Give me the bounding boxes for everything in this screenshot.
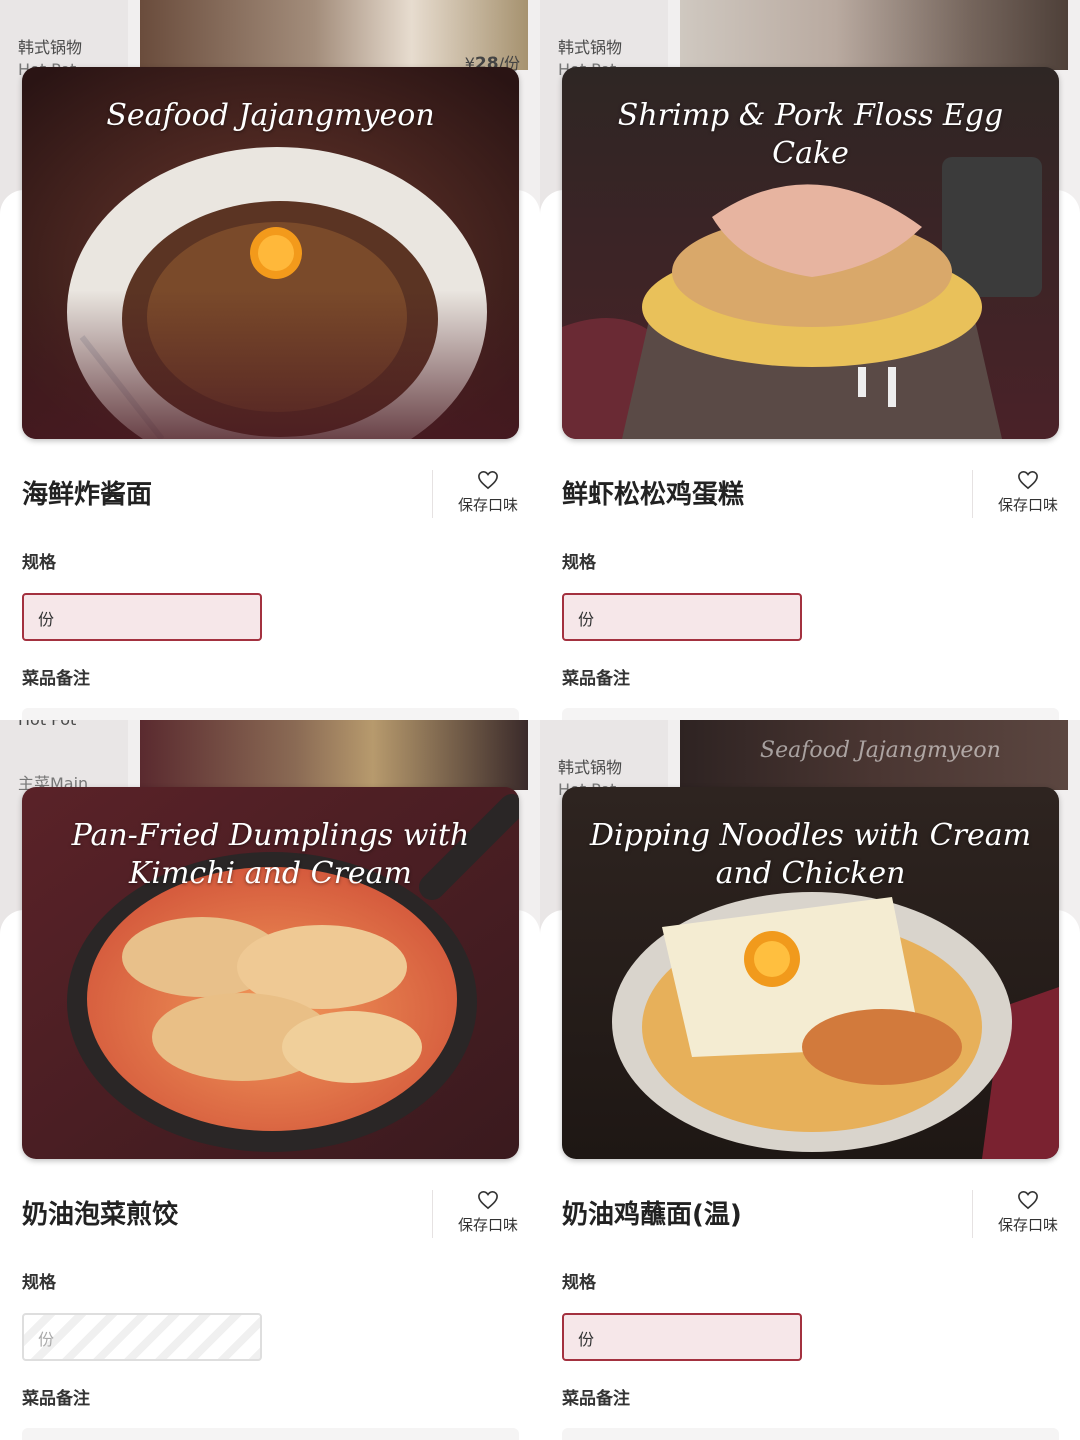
dish-image-title: Shrimp & Pork Floss Egg Cake xyxy=(617,98,1004,171)
divider xyxy=(432,470,433,518)
save-flavor-button[interactable]: 保存口味 xyxy=(988,470,1068,515)
spec-heading: 规格 xyxy=(22,553,56,573)
heart-icon xyxy=(478,1190,498,1210)
spec-heading: 规格 xyxy=(562,553,596,573)
note-input[interactable] xyxy=(22,708,519,720)
category-item[interactable]: 韩式锅物 xyxy=(18,34,82,58)
spec-option-portion[interactable]: 份 xyxy=(562,593,802,641)
note-heading: 菜品备注 xyxy=(22,669,90,689)
save-flavor-button[interactable]: 保存口味 xyxy=(988,1190,1068,1235)
dish-image: Seafood Jajangmyeon xyxy=(22,67,519,439)
spec-heading: 规格 xyxy=(22,1273,56,1293)
dish-image-title: Seafood Jajangmyeon xyxy=(106,98,435,133)
spec-option-portion[interactable]: 份 xyxy=(22,1313,262,1361)
dish-image: Dipping Noodles with Cream and Chicken xyxy=(562,787,1059,1159)
note-input[interactable] xyxy=(562,708,1059,720)
dish-detail-panel-1: 韩式锅物 Hot Pot ¥28/份 Seafood Jajangmyeon xyxy=(0,0,540,720)
note-heading: 菜品备注 xyxy=(562,669,630,689)
category-item[interactable]: 韩式锅物 xyxy=(558,34,622,58)
save-flavor-label: 保存口味 xyxy=(997,1216,1058,1234)
category-item[interactable]: 韩式锅物 xyxy=(558,754,622,778)
heart-icon xyxy=(1018,470,1038,490)
note-input[interactable] xyxy=(562,1428,1059,1440)
dish-image-title: Dipping Noodles with Cream and Chicken xyxy=(589,818,1032,891)
dish-name: 鲜虾松松鸡蛋糕 xyxy=(562,480,745,510)
divider xyxy=(972,470,973,518)
dish-detail-panel-2: 韩式锅物 Hot Pot Shrimp & Pork Floss Egg Cak… xyxy=(540,0,1080,720)
save-flavor-button[interactable]: 保存口味 xyxy=(448,1190,528,1235)
background-dish-photo xyxy=(680,0,1068,70)
spec-heading: 规格 xyxy=(562,1273,596,1293)
divider xyxy=(432,1190,433,1238)
background-dish-title: Seafood Jajangmyeon xyxy=(760,738,1001,763)
spec-option-portion[interactable]: 份 xyxy=(562,1313,802,1361)
save-flavor-label: 保存口味 xyxy=(457,1216,518,1234)
dish-image: Pan-Fried Dumplings with Kimchi and Crea… xyxy=(22,787,519,1159)
note-heading: 菜品备注 xyxy=(22,1389,90,1409)
dish-image-title: Pan-Fried Dumplings with Kimchi and Crea… xyxy=(71,818,470,891)
background-dish-photo xyxy=(140,720,528,790)
note-input[interactable] xyxy=(22,1428,519,1440)
dish-image: Shrimp & Pork Floss Egg Cake xyxy=(562,67,1059,439)
dish-name: 奶油鸡蘸面(温) xyxy=(562,1200,742,1230)
screenshot-grid: 韩式锅物 Hot Pot ¥28/份 Seafood Jajangmyeon xyxy=(0,0,1080,1440)
divider xyxy=(972,1190,973,1238)
dish-detail-panel-3: Hot Pot 主菜Main Pan-Fried Dumplings with … xyxy=(0,720,540,1440)
dish-name: 奶油泡菜煎饺 xyxy=(22,1200,179,1230)
dish-name: 海鲜炸酱面 xyxy=(22,480,153,510)
dish-detail-panel-4: 韩式锅物 Hot Pot Seafood Jajangmyeon Dipping… xyxy=(540,720,1080,1440)
background-dish-photo: Seafood Jajangmyeon xyxy=(680,720,1068,790)
category-item[interactable]: Hot Pot xyxy=(18,720,76,729)
note-heading: 菜品备注 xyxy=(562,1389,630,1409)
save-flavor-label: 保存口味 xyxy=(457,496,518,514)
spec-option-portion[interactable]: 份 xyxy=(22,593,262,641)
heart-icon xyxy=(478,470,498,490)
save-flavor-button[interactable]: 保存口味 xyxy=(448,470,528,515)
save-flavor-label: 保存口味 xyxy=(997,496,1058,514)
heart-icon xyxy=(1018,1190,1038,1210)
